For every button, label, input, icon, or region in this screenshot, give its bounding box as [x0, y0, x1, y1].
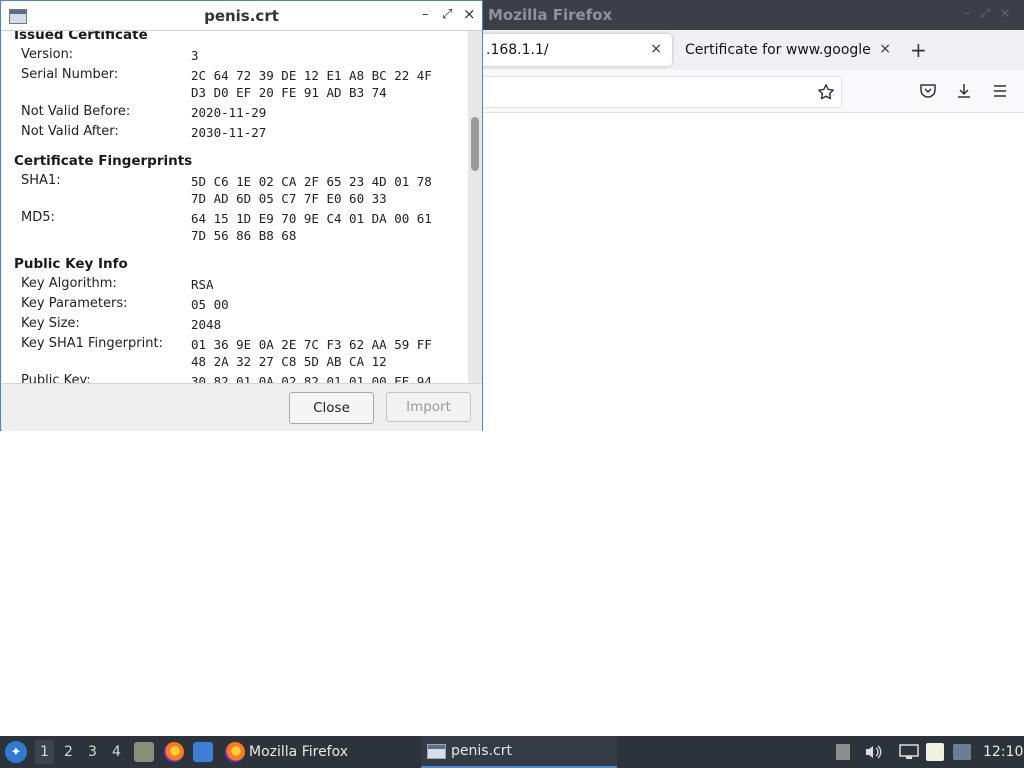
close-button[interactable]: Close — [289, 392, 374, 424]
dialog-footer: Close Import — [2, 383, 482, 431]
workspace-1[interactable]: 1 — [35, 740, 54, 764]
clock[interactable]: 12:10 — [983, 744, 1023, 760]
task-certificate[interactable]: penis.crt — [421, 736, 617, 768]
tab-certificate[interactable]: Certificate for www.google.c × — [675, 34, 897, 66]
tab-router-label: .168.1.1/ — [486, 42, 549, 58]
task-certificate-label: penis.crt — [451, 743, 512, 759]
notification-icon[interactable] — [953, 744, 971, 760]
sha1-value: 5D C6 1E 02 CA 2F 65 23 4D 01 78 7D AD 6… — [191, 174, 432, 206]
key-parameters-label: Key Parameters: — [21, 296, 128, 311]
pocket-icon[interactable] — [919, 82, 937, 100]
key-size-value: 2048 — [191, 317, 222, 332]
dialog-titlebar[interactable]: penis.crt – ⤢ × — [1, 1, 482, 31]
tab-router-close-icon[interactable]: × — [650, 41, 662, 57]
certificate-fingerprints-heading: Certificate Fingerprints — [14, 153, 193, 169]
certificate-task-icon — [427, 743, 446, 759]
url-bar[interactable] — [440, 76, 842, 108]
version-value: 3 — [191, 48, 199, 63]
public-key-info-heading: Public Key Info — [14, 256, 128, 272]
file-manager-icon[interactable] — [134, 742, 154, 762]
dialog-title: penis.crt — [204, 7, 279, 25]
task-firefox[interactable]: Mozilla Firefox — [225, 736, 415, 768]
dialog-close-icon[interactable]: × — [463, 5, 476, 23]
key-size-label: Key Size: — [21, 316, 80, 331]
md5-label: MD5: — [21, 210, 55, 225]
not-valid-after-label: Not Valid After: — [21, 124, 119, 139]
firefox-maximize-button[interactable]: ⤢ — [980, 6, 990, 21]
key-parameters-value: 05 00 — [191, 297, 229, 312]
taskbar: ✦ 1 2 3 4 Mozilla Firefox penis.crt 12:1… — [0, 736, 1024, 768]
serial-number-label: Serial Number: — [21, 67, 119, 82]
details-scrollbar[interactable] — [468, 31, 482, 383]
key-sha1-fingerprint-label: Key SHA1 Fingerprint: — [21, 336, 163, 351]
menu-icon[interactable] — [991, 82, 1009, 100]
downloads-icon[interactable] — [955, 82, 973, 100]
version-label: Version: — [21, 47, 74, 62]
start-menu-icon[interactable]: ✦ — [5, 741, 27, 763]
firefox-task-icon — [225, 742, 245, 762]
certificate-details[interactable]: Issued Certificate Version: 3 Serial Num… — [2, 31, 468, 383]
clipboard-icon[interactable] — [926, 743, 944, 761]
network-icon[interactable] — [899, 744, 919, 760]
bookmark-star-icon[interactable] — [817, 83, 835, 101]
serial-number-value: 2C 64 72 39 DE 12 E1 A8 BC 22 4F D3 D0 E… — [191, 68, 432, 100]
key-algorithm-value: RSA — [191, 277, 214, 292]
desktop-icon[interactable] — [193, 742, 213, 762]
dialog-maximize-icon[interactable]: ⤢ — [442, 7, 452, 22]
firefox-window-buttons: – ⤢ × — [964, 6, 1010, 21]
firefox-close-button[interactable]: × — [1000, 6, 1010, 21]
task-firefox-label: Mozilla Firefox — [249, 744, 349, 760]
public-key-value: 30 82 01 0A 02 82 01 01 00 EE 94 — [191, 374, 432, 383]
tab-router[interactable]: .168.1.1/ × — [470, 34, 672, 66]
not-valid-before-label: Not Valid Before: — [21, 104, 131, 119]
tab-certificate-close-icon[interactable]: × — [879, 41, 891, 57]
firefox-minimize-button[interactable]: – — [964, 6, 970, 21]
key-sha1-fingerprint-value: 01 36 9E 0A 2E 7C F3 62 AA 59 FF 48 2A 3… — [191, 337, 432, 369]
key-algorithm-label: Key Algorithm: — [21, 276, 117, 291]
firefox-launcher-icon[interactable] — [164, 742, 184, 762]
not-valid-before-value: 2020-11-29 — [191, 105, 267, 120]
sha1-label: SHA1: — [21, 173, 61, 188]
workspace-3[interactable]: 3 — [88, 744, 97, 760]
firefox-window-title: Mozilla Firefox — [488, 6, 613, 24]
tray-update-icon[interactable] — [836, 744, 850, 760]
details-scrollbar-thumb[interactable] — [471, 117, 479, 171]
dialog-minimize-icon[interactable]: – — [422, 7, 429, 22]
public-key-label: Public Key: — [21, 373, 91, 383]
not-valid-after-value: 2030-11-27 — [191, 125, 267, 140]
import-button[interactable]: Import — [386, 392, 471, 422]
new-tab-button[interactable]: + — [910, 38, 927, 62]
workspace-4[interactable]: 4 — [112, 744, 121, 760]
volume-icon[interactable] — [864, 744, 882, 760]
tab-certificate-label: Certificate for www.google.c — [685, 42, 870, 58]
certificate-dialog: penis.crt – ⤢ × Issued Certificate Versi… — [0, 0, 483, 431]
issued-certificate-heading: Issued Certificate — [14, 31, 148, 43]
workspace-2[interactable]: 2 — [64, 744, 73, 760]
md5-value: 64 15 1D E9 70 9E C4 01 DA 00 61 7D 56 8… — [191, 211, 432, 243]
